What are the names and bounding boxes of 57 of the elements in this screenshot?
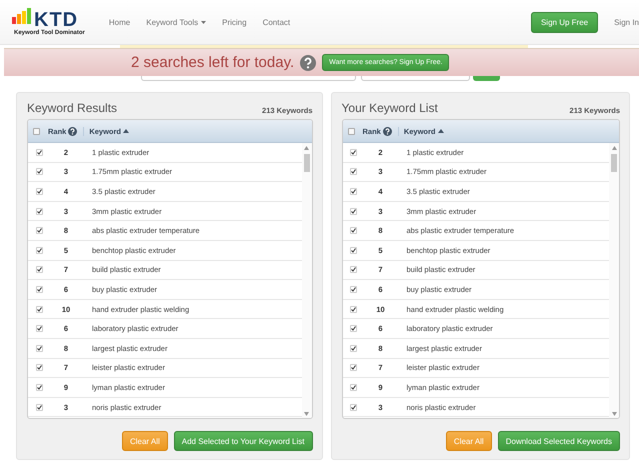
- row-checkbox[interactable]: [36, 286, 42, 293]
- nav-link[interactable]: Home: [108, 18, 130, 26]
- row-checkbox[interactable]: [36, 404, 42, 411]
- row-checkbox[interactable]: [350, 286, 357, 293]
- row-checkbox[interactable]: [36, 148, 42, 156]
- nav-link[interactable]: Contact: [262, 18, 290, 26]
- row-checkbox[interactable]: [36, 364, 42, 372]
- row-checkbox[interactable]: [36, 266, 42, 274]
- row-checkbox[interactable]: [350, 364, 357, 372]
- scrollbar[interactable]: [302, 143, 312, 418]
- row-checkbox[interactable]: [350, 404, 357, 411]
- row-checkbox[interactable]: [36, 344, 42, 352]
- row-checkbox[interactable]: [36, 168, 42, 176]
- sort-icon: [123, 129, 130, 133]
- row-checkbox[interactable]: [350, 227, 357, 234]
- scroll-down-icon[interactable]: [304, 412, 309, 416]
- panel-title: Your Keyword List: [342, 101, 438, 115]
- action-button[interactable]: Download Selected Keywords: [498, 431, 620, 451]
- scroll-up-icon[interactable]: [612, 146, 616, 150]
- row-checkbox[interactable]: [350, 208, 357, 215]
- row-checkbox[interactable]: [36, 325, 42, 332]
- select-all-checkbox[interactable]: [348, 128, 354, 134]
- help-icon[interactable]: [300, 54, 316, 70]
- row-checkbox[interactable]: [36, 306, 42, 313]
- row-checkbox[interactable]: [350, 266, 357, 274]
- sign-in-link[interactable]: Sign In: [614, 18, 639, 26]
- row-checkbox[interactable]: [36, 246, 42, 254]
- help-icon[interactable]: [382, 126, 392, 136]
- help-icon[interactable]: [68, 126, 78, 136]
- nav-link[interactable]: Keyword Tools: [146, 18, 206, 26]
- row-checkbox[interactable]: [350, 168, 357, 176]
- row-checkbox[interactable]: [36, 188, 42, 195]
- scroll-thumb[interactable]: [611, 154, 617, 172]
- nav-link[interactable]: Pricing: [222, 18, 247, 26]
- bar-chart-icon: [12, 8, 32, 24]
- scroll-down-icon[interactable]: [612, 412, 616, 416]
- panel-title: Keyword Results: [27, 101, 118, 115]
- scroll-thumb[interactable]: [304, 154, 310, 172]
- sort-icon: [438, 129, 444, 133]
- row-checkbox[interactable]: [350, 325, 357, 332]
- sign-up-button[interactable]: Sign Up Free: [530, 12, 598, 32]
- row-checkbox[interactable]: [36, 208, 42, 215]
- row-checkbox[interactable]: [350, 188, 357, 195]
- action-button[interactable]: Add Selected to Your Keyword List: [174, 431, 312, 451]
- row-checkbox[interactable]: [350, 344, 357, 352]
- logo-text[interactable]: KTD: [34, 10, 85, 30]
- row-checkbox[interactable]: [350, 148, 357, 156]
- caret-icon[interactable]: [201, 20, 206, 24]
- row-checkbox[interactable]: [350, 246, 357, 254]
- searches-left-text: 2 searches left for today.: [131, 54, 294, 71]
- row-checkbox[interactable]: [36, 227, 42, 234]
- scrollbar[interactable]: [609, 143, 619, 418]
- row-checkbox[interactable]: [350, 384, 357, 391]
- row-checkbox[interactable]: [36, 384, 42, 391]
- row-checkbox[interactable]: [350, 306, 357, 313]
- scroll-up-icon[interactable]: [304, 146, 309, 150]
- select-all-checkbox[interactable]: [33, 128, 40, 134]
